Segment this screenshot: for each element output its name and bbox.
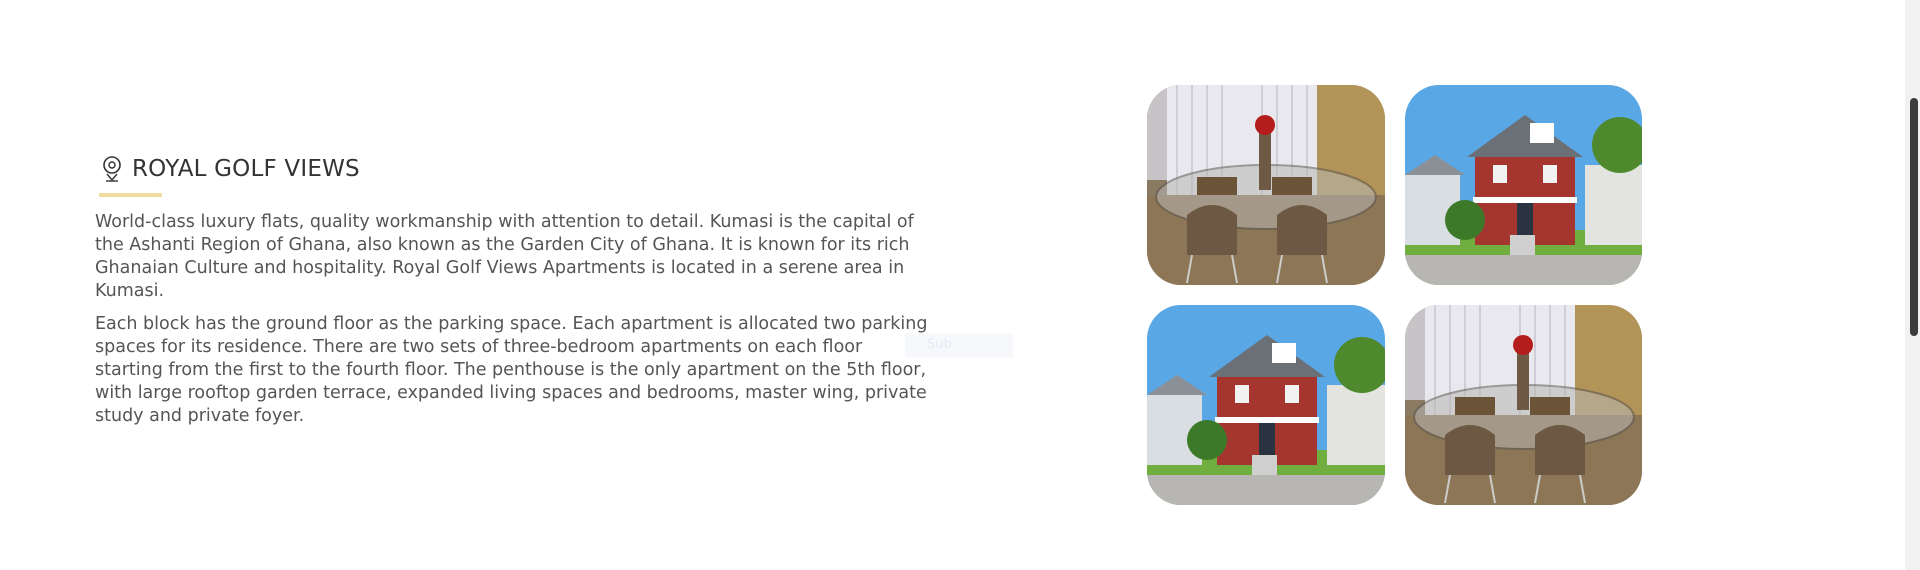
red-house-exterior-photo — [1405, 85, 1642, 285]
gallery-image-dining-room-2[interactable] — [1405, 305, 1642, 505]
red-house-exterior-photo — [1147, 305, 1385, 505]
dining-room-photo — [1147, 85, 1385, 285]
page: ROYAL GOLF VIEWS World-class luxury flat… — [0, 0, 1920, 570]
section-heading-row: ROYAL GOLF VIEWS — [100, 155, 940, 183]
dining-room-photo — [1405, 305, 1642, 505]
gallery-image-house-exterior-2[interactable] — [1147, 305, 1385, 505]
description-paragraph-1: World-class luxury flats, quality workma… — [95, 212, 914, 301]
location-pin-icon — [100, 155, 124, 183]
gallery-image-house-exterior[interactable] — [1405, 85, 1642, 285]
faint-label: Sub — [905, 333, 1013, 357]
section-title: ROYAL GOLF VIEWS — [132, 156, 360, 182]
vertical-scrollbar[interactable] — [1905, 0, 1920, 570]
description-paragraph-2: Each block has the ground floor as the p… — [95, 314, 928, 426]
scrollbar-thumb[interactable] — [1910, 98, 1918, 336]
gallery-image-dining-room[interactable] — [1147, 85, 1385, 285]
about-section: ROYAL GOLF VIEWS World-class luxury flat… — [95, 155, 940, 428]
title-underline — [99, 193, 162, 197]
photo-gallery — [1147, 85, 1642, 505]
